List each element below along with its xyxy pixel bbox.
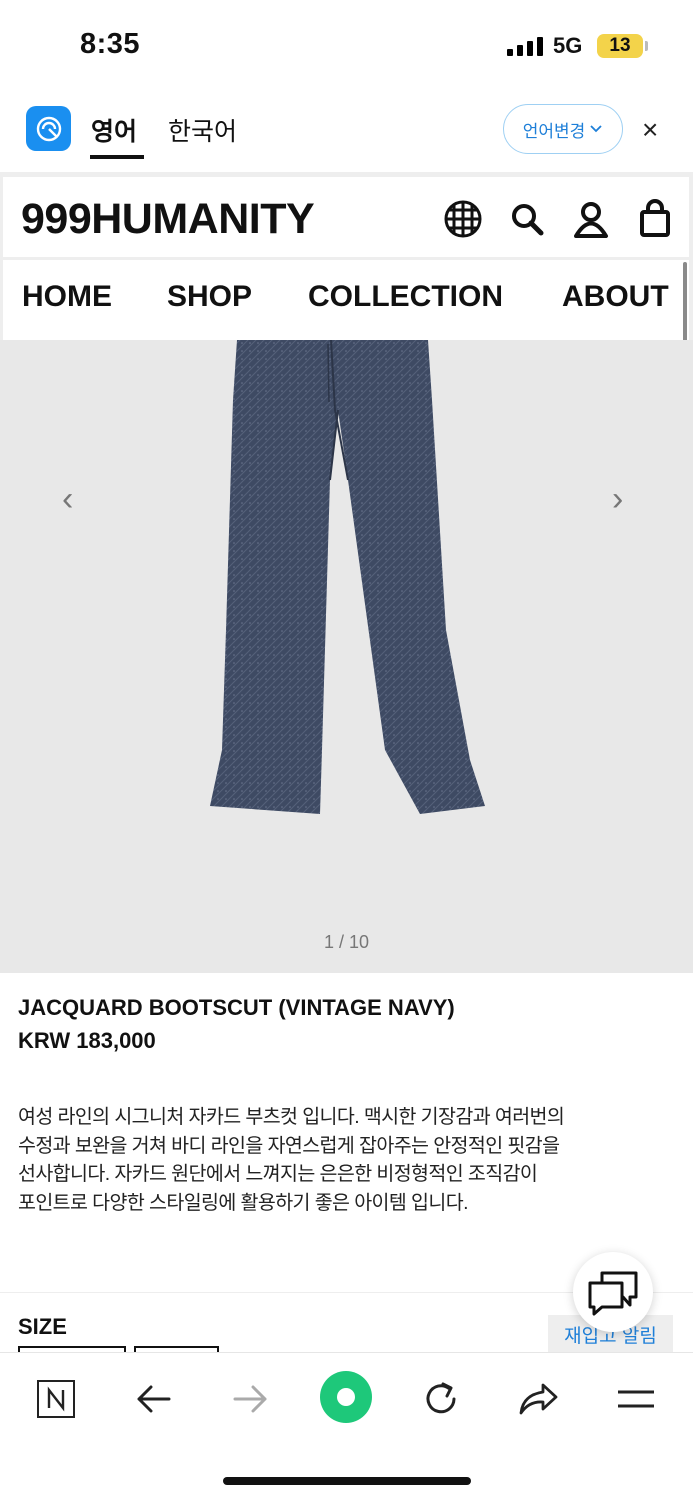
home-indicator bbox=[223, 1477, 471, 1485]
brand-logo[interactable]: 999HUMANITY bbox=[21, 195, 315, 244]
chevron-down-icon bbox=[590, 125, 602, 133]
gallery-next-icon[interactable]: › bbox=[612, 480, 623, 519]
nav-about[interactable]: ABOUT bbox=[562, 280, 669, 314]
chat-button[interactable] bbox=[573, 1252, 653, 1332]
main-nav: HOME SHOP COLLECTION ABOUT bbox=[3, 260, 689, 340]
size-label: SIZE bbox=[18, 1314, 67, 1339]
browser-toolbar bbox=[0, 1352, 693, 1500]
gallery-pager: 1 / 10 bbox=[323, 932, 370, 952]
description-line: 수정과 보완을 거쳐 바디 라인을 자연스럽게 잡아주는 안정적인 핏감을 bbox=[18, 1134, 560, 1157]
translate-logo-icon[interactable] bbox=[26, 106, 71, 151]
menu-icon[interactable] bbox=[608, 1375, 664, 1423]
product-info: JACQUARD BOOTSCUT (VINTAGE NAVY) KRW 183… bbox=[18, 995, 678, 1214]
back-arrow-icon[interactable] bbox=[126, 1375, 182, 1423]
product-gallery[interactable]: ‹ › 1 / 10 bbox=[0, 340, 693, 973]
brand-bar: 999HUMANITY bbox=[3, 177, 689, 257]
battery-tip bbox=[645, 41, 648, 51]
account-icon[interactable] bbox=[571, 199, 611, 239]
gallery-prev-icon[interactable]: ‹ bbox=[62, 480, 73, 519]
change-language-label: 언어변경 bbox=[522, 121, 586, 141]
site-header: 999HUMANITY HOME SHOP COLLECTION ABOUT bbox=[0, 172, 693, 340]
green-home-icon[interactable] bbox=[318, 1369, 374, 1425]
description-line: 포인트로 다양한 스타일링에 활용하기 좋은 아이템 입니다. bbox=[18, 1191, 468, 1214]
share-icon[interactable] bbox=[510, 1375, 566, 1423]
status-bar: 8:35 5G 13 bbox=[0, 0, 693, 90]
product-description: 여성 라인의 시그니처 자카드 부츠컷 입니다. 맥시한 기장감과 여러번의 수… bbox=[18, 1103, 678, 1217]
product-price: KRW 183,000 bbox=[18, 1028, 156, 1053]
chat-icon bbox=[588, 1271, 638, 1316]
product-title: JACQUARD BOOTSCUT (VINTAGE NAVY) bbox=[18, 995, 455, 1020]
change-language-button[interactable]: 언어변경 bbox=[503, 104, 623, 154]
nav-shop[interactable]: SHOP bbox=[167, 280, 252, 314]
tab-korean[interactable]: 한국어 bbox=[168, 112, 237, 148]
translate-bar: 영어 한국어 언어변경 × bbox=[0, 90, 693, 170]
description-line: 선사합니다. 자카드 원단에서 느껴지는 은은한 비정형적인 조직감이 bbox=[18, 1163, 538, 1185]
nav-collection[interactable]: COLLECTION bbox=[308, 280, 503, 314]
close-icon[interactable]: × bbox=[642, 114, 658, 146]
globe-grid-icon[interactable] bbox=[443, 199, 483, 239]
forward-arrow-icon[interactable] bbox=[222, 1375, 278, 1423]
search-icon[interactable] bbox=[507, 199, 547, 239]
network-type: 5G bbox=[553, 33, 583, 58]
battery-icon: 13 bbox=[597, 34, 643, 58]
product-image-pants bbox=[210, 340, 485, 814]
naver-n-icon[interactable] bbox=[28, 1375, 84, 1423]
active-tab-indicator bbox=[90, 155, 144, 159]
nav-home[interactable]: HOME bbox=[22, 280, 112, 314]
description-line: 여성 라인의 시그니처 자카드 부츠컷 입니다. 맥시한 기장감과 여러번의 bbox=[18, 1106, 565, 1128]
bag-icon[interactable] bbox=[635, 199, 675, 239]
reload-icon[interactable] bbox=[413, 1375, 469, 1423]
tab-english[interactable]: 영어 bbox=[91, 112, 137, 148]
signal-icon bbox=[507, 36, 543, 56]
status-time: 8:35 bbox=[80, 28, 141, 60]
